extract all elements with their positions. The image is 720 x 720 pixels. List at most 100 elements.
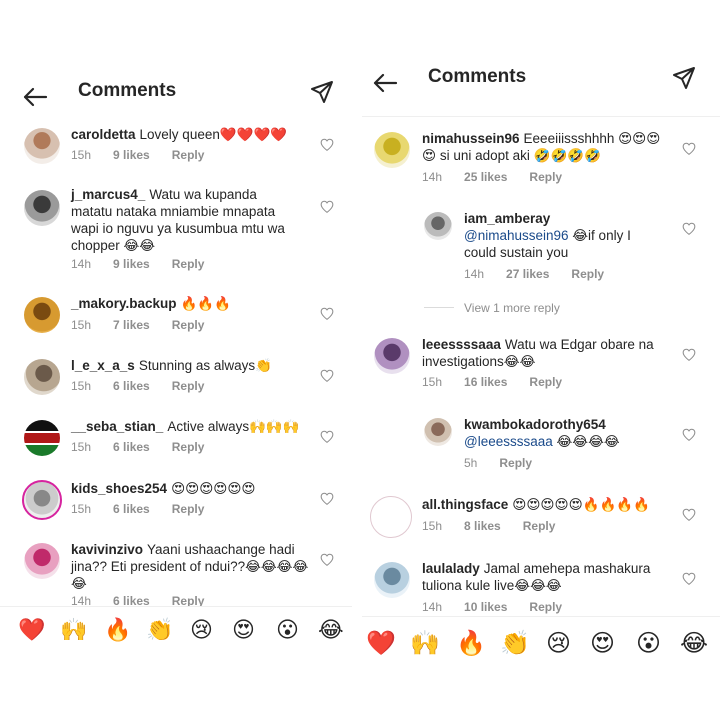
likes-count[interactable]: 25 likes [464,170,507,184]
like-heart-icon[interactable] [682,572,696,585]
likes-count[interactable]: 10 likes [464,600,507,614]
avatar[interactable] [424,212,452,240]
like-heart-icon[interactable] [320,430,334,443]
comment-username[interactable]: kids_shoes254 [71,481,167,496]
avatar[interactable] [374,132,410,168]
comment-username[interactable]: caroldetta [71,127,136,142]
reply-button[interactable]: Reply [172,318,205,332]
reaction-fire[interactable]: 🔥 [104,618,131,642]
avatar[interactable] [24,190,60,226]
comment-time: 15h [71,318,92,332]
mention-link[interactable]: @nimahussein96 [464,228,569,243]
reaction-heart-eyes[interactable]: 😍 [232,618,255,642]
reaction-cry[interactable]: 😢 [190,618,213,642]
like-heart-icon[interactable] [682,508,696,521]
reaction-heart[interactable]: ❤️ [18,618,45,642]
like-heart-icon[interactable] [320,138,334,151]
reaction-wow[interactable]: 😮 [636,632,661,656]
like-heart-icon[interactable] [320,492,334,505]
likes-count[interactable]: 16 likes [464,375,507,389]
like-heart-icon[interactable] [320,307,334,320]
page-title: Comments [428,66,527,87]
comment-text: Active always🙌🙌🙌 [167,419,300,434]
likes-count[interactable]: 27 likes [506,267,549,281]
divider [362,616,720,617]
reply-button[interactable]: Reply [172,257,205,271]
comment-username[interactable]: laulalady [422,561,480,576]
reply-button[interactable]: Reply [172,502,205,516]
reaction-clap[interactable]: 👏 [146,618,173,642]
like-heart-icon[interactable] [682,348,696,361]
reply-button[interactable]: Reply [523,519,556,533]
comment-username[interactable]: j_marcus4_ [71,187,145,202]
reply-button[interactable]: Reply [529,375,562,389]
like-heart-icon[interactable] [682,428,696,441]
reaction-raised-hands[interactable]: 🙌 [410,632,440,656]
comment-username[interactable]: kavivinzivo [71,542,143,557]
likes-count[interactable]: 9 likes [113,148,150,162]
comment-username[interactable]: _makory.backup [71,296,177,311]
reaction-wow[interactable]: 😮 [276,618,299,642]
reply-button[interactable]: Reply [529,170,562,184]
reply-button[interactable]: Reply [499,456,532,470]
reaction-clap[interactable]: 👏 [500,632,530,656]
comment-time: 5h [464,456,478,470]
reply-button[interactable]: Reply [529,600,562,614]
likes-count[interactable]: 9 likes [113,257,150,271]
quick-reactions-bar: ❤️ 🙌 🔥 👏 😢 😍 😮 😂 [362,616,720,720]
share-icon[interactable] [672,66,696,90]
like-heart-icon[interactable] [682,142,696,155]
avatar[interactable] [374,338,410,374]
like-heart-icon[interactable] [320,553,334,566]
comment-username[interactable]: __seba_stian_ [71,419,163,434]
comment-username[interactable]: l_e_x_a_s [71,358,135,373]
avatar[interactable] [24,297,60,333]
reply-button[interactable]: Reply [172,379,205,393]
comment-time: 15h [71,148,92,162]
comment-text: 🔥🔥🔥 [180,296,231,311]
comment-username[interactable]: iam_amberay [464,210,660,227]
page-title: Comments [78,80,177,101]
likes-count[interactable]: 6 likes [113,440,150,454]
likes-count[interactable]: 7 likes [113,318,150,332]
reaction-laugh[interactable]: 😂 [318,618,344,642]
reply-button[interactable]: Reply [571,267,604,281]
comment-time: 15h [71,440,92,454]
likes-count[interactable]: 6 likes [113,502,150,516]
comment-time: 15h [71,502,92,516]
avatar[interactable] [22,480,62,520]
likes-count[interactable]: 8 likes [464,519,501,533]
avatar[interactable] [24,543,60,579]
like-heart-icon[interactable] [320,200,334,213]
divider [0,606,352,607]
likes-count[interactable]: 6 likes [113,379,150,393]
comment-time: 14h [422,170,443,184]
reaction-raised-hands[interactable]: 🙌 [60,618,87,642]
share-icon[interactable] [310,80,334,104]
reaction-fire[interactable]: 🔥 [456,632,486,656]
reply-button[interactable]: Reply [172,148,205,162]
view-more-replies[interactable]: View 1 more reply [464,301,560,315]
reaction-heart[interactable]: ❤️ [366,632,396,656]
comment-username[interactable]: leeessssaaa [422,337,501,352]
back-arrow-icon[interactable] [372,72,398,94]
avatar[interactable] [24,359,60,395]
reply-button[interactable]: Reply [172,440,205,454]
avatar[interactable] [424,418,452,446]
reaction-heart-eyes[interactable]: 😍 [590,632,615,656]
avatar[interactable] [24,420,60,456]
comment-text: Lovely queen❤️❤️❤️❤️ [139,127,288,142]
reaction-laugh[interactable]: 😂 [680,632,708,656]
like-heart-icon[interactable] [682,222,696,235]
comment-username[interactable]: kwambokadorothy654 [464,416,670,433]
mention-link[interactable]: @leeessssaaa [464,434,553,449]
comment-username[interactable]: all.thingsface [422,497,508,512]
avatar[interactable] [24,128,60,164]
comment-time: 14h [422,600,443,614]
like-heart-icon[interactable] [320,369,334,382]
comment-username[interactable]: nimahussein96 [422,131,520,146]
back-arrow-icon[interactable] [22,86,48,108]
avatar[interactable] [370,496,412,538]
avatar[interactable] [374,562,410,598]
reaction-cry[interactable]: 😢 [546,632,571,656]
